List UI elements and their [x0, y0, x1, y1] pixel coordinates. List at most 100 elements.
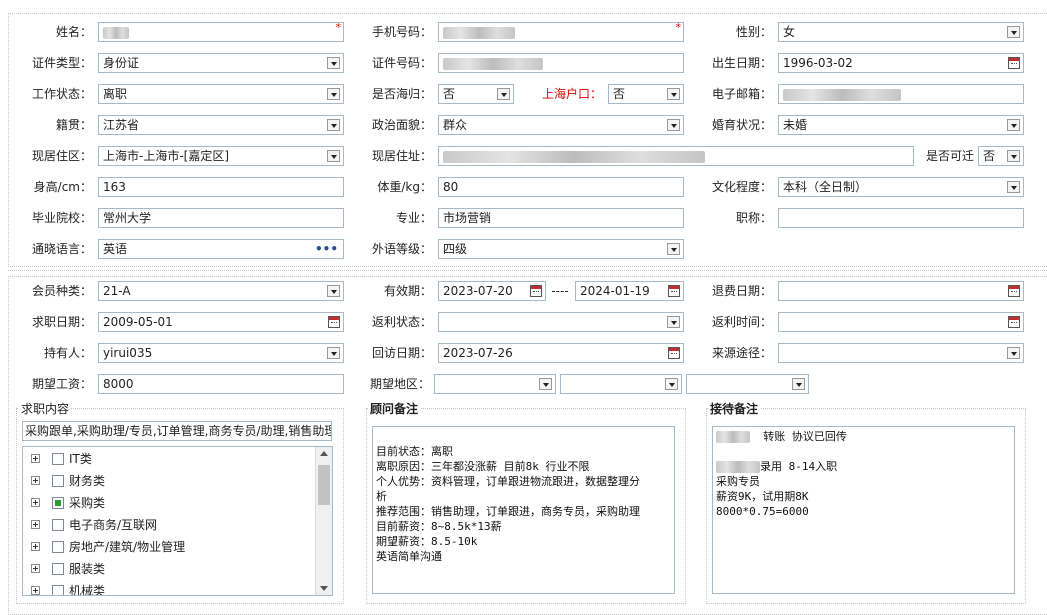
chevron-down-icon[interactable]	[327, 88, 340, 100]
refund-date-field[interactable]	[778, 281, 1024, 301]
expand-icon[interactable]	[31, 586, 40, 595]
name-field[interactable]: *	[98, 22, 344, 42]
residence-area-select[interactable]: 上海市-上海市-[嘉定区]	[98, 146, 344, 166]
checkbox[interactable]	[52, 585, 64, 595]
major-field[interactable]: 市场营销	[438, 208, 684, 228]
calendar-icon[interactable]	[1008, 57, 1020, 69]
tree-scrollbar[interactable]	[315, 447, 332, 595]
note-line: 英语简单沟通	[376, 550, 442, 563]
expected-salary-field[interactable]: 8000	[98, 374, 344, 394]
scroll-down-icon[interactable]	[320, 586, 328, 591]
title-field[interactable]	[778, 208, 1024, 228]
tree-item-realestate[interactable]: 房地产/建筑/物业管理	[23, 536, 313, 558]
chevron-down-icon[interactable]	[327, 119, 340, 131]
political-select[interactable]: 群众	[438, 115, 684, 135]
calendar-icon[interactable]	[1008, 285, 1020, 297]
checkbox[interactable]	[52, 541, 64, 553]
expected-area-district-select[interactable]	[686, 374, 809, 394]
chevron-down-icon[interactable]	[792, 378, 805, 390]
chevron-down-icon[interactable]	[1007, 347, 1020, 359]
gender-select[interactable]: 女	[778, 22, 1024, 42]
rebate-time-field[interactable]	[778, 312, 1024, 332]
language-field[interactable]: 英语 •••	[98, 239, 344, 259]
id-number-field[interactable]	[438, 53, 684, 73]
birth-date-field[interactable]: 1996-03-02	[778, 53, 1024, 73]
tree-item-apparel[interactable]: 服装类	[23, 558, 313, 580]
tree-item-purchasing[interactable]: 采购类	[23, 492, 313, 514]
marital-select[interactable]: 未婚	[778, 115, 1024, 135]
chevron-down-icon[interactable]	[327, 347, 340, 359]
checkbox[interactable]	[52, 563, 64, 575]
expected-area-city-select[interactable]	[560, 374, 682, 394]
phone-field[interactable]: *	[438, 22, 684, 42]
relocate-select[interactable]: 否	[978, 146, 1024, 166]
chevron-down-icon[interactable]	[327, 57, 340, 69]
chevron-down-icon[interactable]	[1007, 181, 1020, 193]
calendar-icon[interactable]	[668, 285, 680, 297]
rebate-status-select[interactable]	[438, 312, 684, 332]
validity-start-field[interactable]: 2023-07-20	[438, 281, 546, 301]
member-type-select[interactable]: 21-A	[98, 281, 344, 301]
rebate-time-label: 返利时间：	[711, 315, 772, 329]
chevron-down-icon[interactable]	[667, 243, 680, 255]
expand-icon[interactable]	[31, 476, 40, 485]
job-date-field[interactable]: 2009-05-01	[98, 312, 344, 332]
shanghai-hukou-select[interactable]: 否	[608, 84, 684, 104]
chevron-down-icon[interactable]	[667, 316, 680, 328]
weight-field[interactable]: 80	[438, 177, 684, 197]
native-place-select[interactable]: 江苏省	[98, 115, 344, 135]
calendar-icon[interactable]	[530, 285, 542, 297]
chevron-down-icon[interactable]	[1007, 150, 1020, 162]
rebate-status-label: 返利状态：	[371, 315, 432, 329]
checkbox[interactable]	[52, 475, 64, 487]
chevron-down-icon[interactable]	[327, 285, 340, 297]
expand-icon[interactable]	[31, 454, 40, 463]
expand-icon[interactable]	[31, 542, 40, 551]
language-level-select[interactable]: 四级	[438, 239, 684, 259]
expand-icon[interactable]	[31, 498, 40, 507]
chevron-down-icon[interactable]	[665, 378, 678, 390]
id-type-select[interactable]: 身份证	[98, 53, 344, 73]
checkbox[interactable]	[52, 519, 64, 531]
calendar-icon[interactable]	[1008, 316, 1020, 328]
height-field[interactable]: 163	[98, 177, 344, 197]
school-field[interactable]: 常州大学	[98, 208, 344, 228]
expand-icon[interactable]	[31, 564, 40, 573]
consultant-notes-textarea[interactable]: 目前状态：离职 离职原因：三年都没涨薪 目前8k 行业不限 个人优势：资料管理，…	[372, 426, 675, 594]
tree-item-ecommerce[interactable]: 电子商务/互联网	[23, 514, 313, 536]
holder-select[interactable]: yirui035	[98, 343, 344, 363]
education-select[interactable]: 本科（全日制）	[778, 177, 1024, 197]
expected-area-province-select[interactable]	[434, 374, 556, 394]
job-category-tree[interactable]: IT类 财务类 采购类 电子商务/互联网 房地产/建筑/物业管理 服装类 机械类	[22, 446, 333, 596]
reception-notes-textarea[interactable]: 转账 协议已回传 录用 8-14入职 采购专员 薪资9K，试用期8K 8000*…	[712, 426, 1015, 594]
note-line: 离职原因：三年都没涨薪 目前8k 行业不限	[376, 460, 590, 473]
checkbox-checked[interactable]	[52, 497, 64, 509]
tree-item-finance[interactable]: 财务类	[23, 470, 313, 492]
checkbox[interactable]	[52, 453, 64, 465]
chevron-down-icon[interactable]	[497, 88, 510, 100]
chevron-down-icon[interactable]	[1007, 119, 1020, 131]
visit-date-field[interactable]: 2023-07-26	[438, 343, 684, 363]
more-icon[interactable]: •••	[315, 243, 338, 255]
shanghai-hukou-label: 上海户口：	[541, 87, 602, 101]
scroll-up-icon[interactable]	[320, 451, 328, 456]
chevron-down-icon[interactable]	[667, 119, 680, 131]
chevron-down-icon[interactable]	[1007, 26, 1020, 38]
expand-icon[interactable]	[31, 520, 40, 529]
job-content-summary[interactable]: 采购跟单,采购助理/专员,订单管理,商务专员/助理,销售助理	[22, 421, 332, 441]
residence-address-field[interactable]	[438, 146, 914, 166]
email-field[interactable]	[778, 84, 1024, 104]
chevron-down-icon[interactable]	[667, 88, 680, 100]
source-select[interactable]	[778, 343, 1024, 363]
overseas-select[interactable]: 否	[438, 84, 514, 104]
chevron-down-icon[interactable]	[539, 378, 552, 390]
tree-item-it[interactable]: IT类	[23, 448, 313, 470]
tree-item-machinery[interactable]: 机械类	[23, 580, 313, 595]
calendar-icon[interactable]	[668, 347, 680, 359]
scrollbar-thumb[interactable]	[318, 465, 330, 505]
validity-end-field[interactable]: 2024-01-19	[575, 281, 684, 301]
political-label: 政治面貌：	[371, 118, 432, 132]
calendar-icon[interactable]	[328, 316, 340, 328]
chevron-down-icon[interactable]	[327, 150, 340, 162]
work-status-select[interactable]: 离职	[98, 84, 344, 104]
